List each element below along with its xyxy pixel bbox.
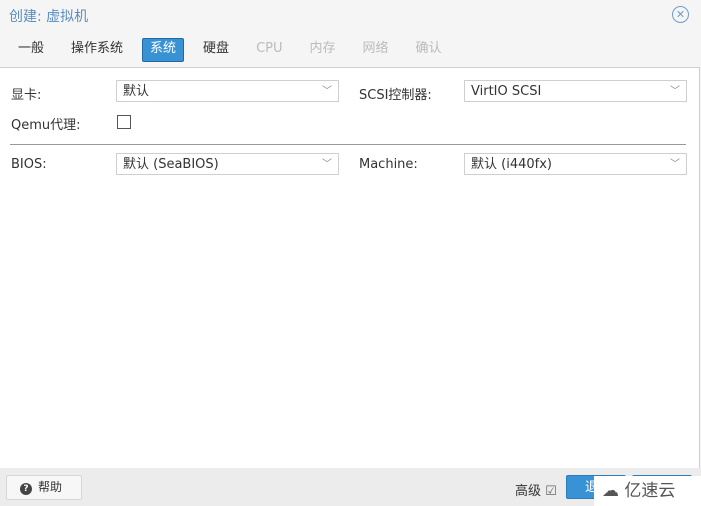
machine-value: 默认 (i440fx) <box>471 157 552 172</box>
bios-value: 默认 (SeaBIOS) <box>123 157 219 172</box>
tab-disk[interactable]: 硬盘 <box>195 38 237 60</box>
watermark-logo: ☁ 亿速云 <box>594 476 701 506</box>
cloud-icon: ☁ <box>602 481 619 501</box>
bios-label: BIOS: <box>11 157 47 172</box>
chevron-down-icon: ﹀ <box>670 159 680 170</box>
graphics-select[interactable]: 默认 ﹀ <box>116 80 339 102</box>
machine-select[interactable]: 默认 (i440fx) ﹀ <box>464 153 687 175</box>
scsi-label: SCSI控制器: <box>359 88 432 103</box>
question-icon: ? <box>20 483 32 495</box>
window-title: 创建: 虚拟机 <box>9 9 89 25</box>
help-button[interactable]: ? 帮助 <box>6 475 82 500</box>
graphics-value: 默认 <box>123 84 150 99</box>
machine-label: Machine: <box>359 157 418 172</box>
tab-confirm: 确认 <box>415 41 442 56</box>
checkbox-checked-icon[interactable]: ☑ <box>545 484 557 499</box>
tab-memory: 内存 <box>309 41 336 56</box>
tab-cpu: CPU <box>256 41 283 56</box>
scsi-value: VirtIO SCSI <box>471 84 542 99</box>
tab-bar: 一般 操作系统 系统 硬盘 CPU 内存 网络 确认 <box>10 38 461 62</box>
watermark-text: 亿速云 <box>624 481 676 501</box>
form-panel: 显卡: 默认 ﹀ SCSI控制器: VirtIO SCSI ﹀ Qemu代理: BI… <box>0 67 700 469</box>
help-label: 帮助 <box>38 480 63 494</box>
tab-general[interactable]: 一般 <box>10 38 52 60</box>
tab-system[interactable]: 系统 <box>142 38 185 62</box>
advanced-toggle[interactable]: 高级 ☑ <box>515 480 557 499</box>
bios-select[interactable]: 默认 (SeaBIOS) ﹀ <box>116 153 339 175</box>
qemu-agent-checkbox[interactable] <box>117 115 131 129</box>
chevron-down-icon: ﹀ <box>322 159 332 170</box>
scsi-select[interactable]: VirtIO SCSI ﹀ <box>464 80 687 102</box>
divider <box>10 144 686 145</box>
chevron-down-icon: ﹀ <box>670 86 680 97</box>
close-icon[interactable]: ✕ <box>672 6 689 23</box>
qemu-agent-label: Qemu代理: <box>11 118 81 133</box>
chevron-down-icon: ﹀ <box>322 86 332 97</box>
advanced-label: 高级 <box>515 484 542 499</box>
tab-os[interactable]: 操作系统 <box>63 38 131 60</box>
graphics-label: 显卡: <box>11 88 42 103</box>
tab-network: 网络 <box>362 41 389 56</box>
